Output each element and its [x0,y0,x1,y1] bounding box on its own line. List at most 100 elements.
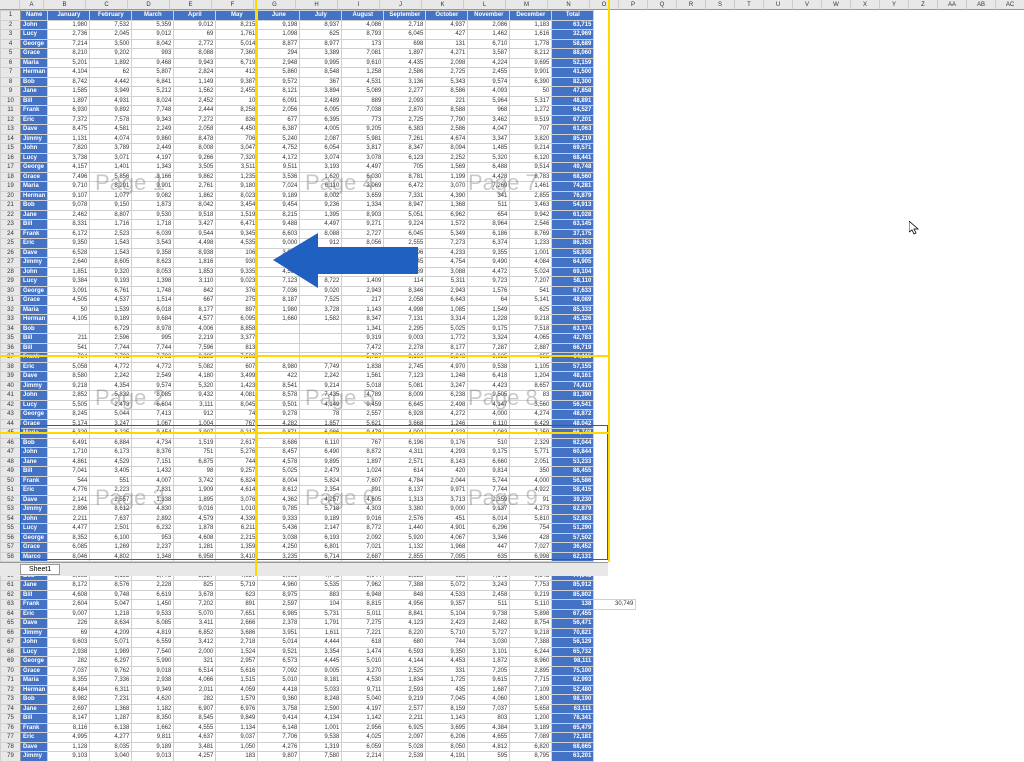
column-headers[interactable]: A B C D E F G H I J K L M N O P Q R S T … [0,0,1024,10]
data-cell[interactable]: 5,089 [342,87,384,97]
data-cell[interactable]: 7,287 [468,343,510,353]
col-P[interactable]: P [619,0,648,10]
data-cell[interactable]: 9,023 [216,277,258,287]
data-cell[interactable]: 6,110 [300,438,342,448]
data-cell[interactable]: 341 [468,191,510,201]
data-cell[interactable]: Jane [21,581,48,591]
data-cell[interactable]: 48,891 [552,96,594,106]
data-cell[interactable]: 52,159 [552,58,594,68]
data-cell[interactable]: 9,219 [384,695,426,705]
data-cell[interactable]: 7,413 [132,410,174,420]
data-cell[interactable]: 4,149 [300,400,342,410]
data-cell[interactable]: 45,326 [552,315,594,325]
data-cell[interactable]: 897 [216,305,258,315]
data-cell[interactable]: 9,538 [300,733,342,743]
data-cell[interactable]: 88,060 [552,49,594,59]
data-cell[interactable]: 7,580 [300,752,342,762]
data-cell[interactable]: George [21,533,48,543]
data-cell[interactable]: 9,610 [342,58,384,68]
data-cell[interactable]: 3,030 [468,638,510,648]
data-cell[interactable]: 7,331 [384,191,426,201]
data-cell[interactable]: 1,851 [48,267,90,277]
data-cell[interactable]: 3,742 [174,476,216,486]
data-cell[interactable]: 8,793 [342,30,384,40]
data-cell[interactable]: 6,824 [216,476,258,486]
data-cell[interactable]: 9,335 [216,267,258,277]
data-cell[interactable]: 8,137 [384,486,426,496]
data-cell[interactable]: 9,202 [90,49,132,59]
data-cell[interactable]: 8,024 [132,96,174,106]
data-cell[interactable]: 3,070 [426,182,468,192]
data-cell[interactable]: 511 [468,600,510,610]
data-cell[interactable]: 4,579 [174,514,216,524]
data-cell[interactable]: 1,287 [90,714,132,724]
data-cell[interactable]: 9,895 [300,457,342,467]
data-cell[interactable]: 1,462 [468,30,510,40]
data-cell[interactable]: 7,109 [510,685,552,695]
data-cell[interactable]: 6,930 [48,106,90,116]
data-cell[interactable]: 1,183 [510,20,552,30]
data-cell[interactable]: 7,637 [90,514,132,524]
data-cell[interactable]: 9,544 [174,229,216,239]
data-cell[interactable]: 98,190 [552,695,594,705]
data-cell[interactable]: 51,290 [552,524,594,534]
data-cell[interactable]: 8,623 [132,258,174,268]
data-cell[interactable]: 86,455 [552,467,594,477]
data-cell[interactable]: 8,781 [384,172,426,182]
data-cell[interactable] [258,343,300,353]
data-cell[interactable]: 2,586 [384,68,426,78]
data-cell[interactable]: Lucy [21,30,48,40]
header-cell[interactable]: April [174,11,216,21]
data-cell[interactable]: 4,812 [468,742,510,752]
data-cell[interactable]: 63,145 [552,220,594,230]
data-cell[interactable]: 9,490 [468,258,510,268]
data-cell[interactable]: 8,588 [426,106,468,116]
data-cell[interactable]: 48,089 [552,296,594,306]
data-cell[interactable]: 7,269 [468,182,510,192]
data-cell[interactable]: 6,429 [510,419,552,429]
data-cell[interactable]: 1,582 [300,315,342,325]
data-cell[interactable]: 106 [216,248,258,258]
data-cell[interactable]: 1,569 [426,163,468,173]
data-cell[interactable]: 1,368 [426,201,468,211]
data-cell[interactable]: 3,511 [216,163,258,173]
data-cell[interactable]: 9,320 [90,267,132,277]
data-cell[interactable]: 6,085 [132,619,174,629]
data-cell[interactable]: George [21,410,48,420]
data-cell[interactable]: 5,058 [48,362,90,372]
data-cell[interactable]: 1,772 [426,334,468,344]
data-cell[interactable]: 1,004 [174,419,216,429]
data-cell[interactable]: 9,468 [132,58,174,68]
data-cell[interactable]: 2,455 [468,68,510,78]
data-cell[interactable]: 1,131 [48,134,90,144]
data-cell[interactable]: 2,058 [384,296,426,306]
data-cell[interactable]: 1,662 [132,723,174,733]
data-cell[interactable]: 8,245 [48,410,90,420]
col-H[interactable]: H [296,0,338,10]
data-cell[interactable]: 2,590 [300,704,342,714]
data-cell[interactable]: 9,012 [132,30,174,40]
data-cell[interactable]: 9,572 [258,77,300,87]
data-cell[interactable]: 4,922 [510,486,552,496]
data-cell[interactable]: 5,832 [90,391,132,401]
data-cell[interactable]: 3,111 [174,400,216,410]
data-cell[interactable]: 9,538 [468,362,510,372]
data-cell[interactable]: 5,201 [48,58,90,68]
data-cell[interactable]: 4,354 [90,381,132,391]
data-cell[interactable]: 6,232 [132,524,174,534]
col-V[interactable]: V [793,0,822,10]
data-cell[interactable]: 5,710 [426,628,468,638]
data-cell[interactable]: 2,092 [342,533,384,543]
data-cell[interactable]: 1,085 [426,305,468,315]
data-cell[interactable]: 9,892 [90,106,132,116]
data-cell[interactable]: 2,211 [384,714,426,724]
col-J[interactable]: J [380,0,422,10]
data-cell[interactable]: Frank [21,106,48,116]
data-cell[interactable]: 9,345 [216,229,258,239]
data-cell[interactable]: 4,995 [48,733,90,743]
data-cell[interactable]: Bob [21,324,48,334]
data-cell[interactable]: 217 [342,296,384,306]
data-cell[interactable] [258,353,300,363]
data-cell[interactable]: 2,604 [48,600,90,610]
data-cell[interactable]: 541 [48,343,90,353]
